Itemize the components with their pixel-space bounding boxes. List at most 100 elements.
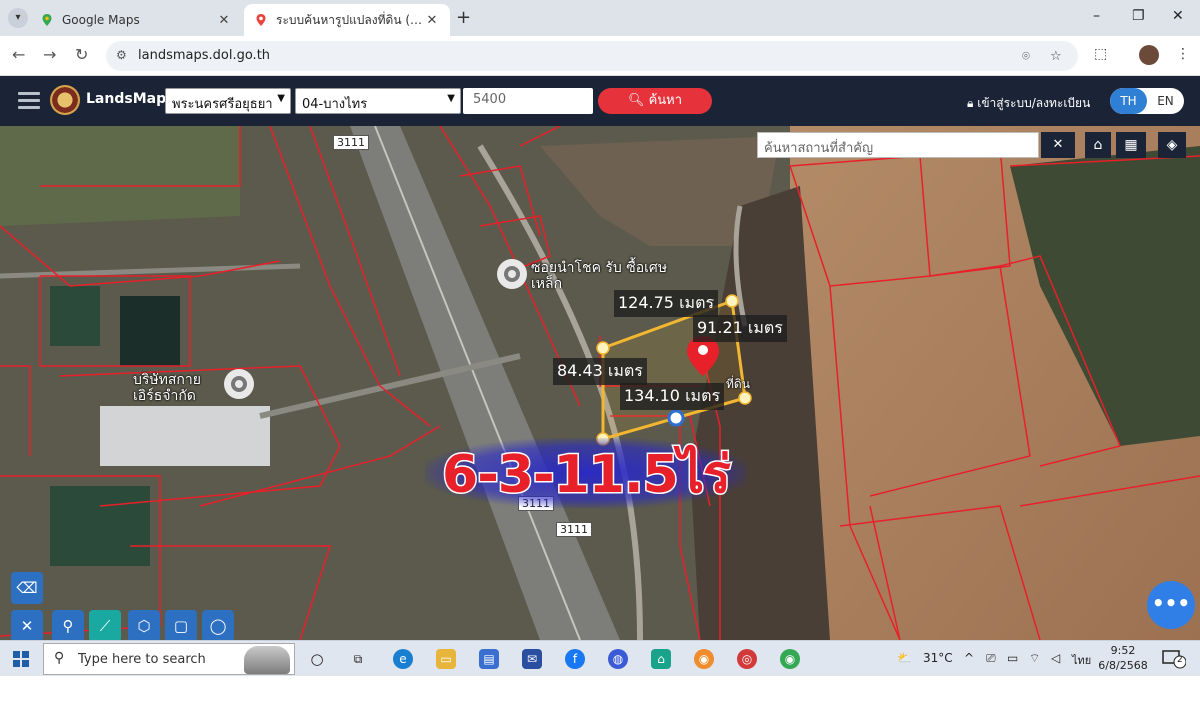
photos-icon[interactable]: ⌂ bbox=[651, 649, 671, 669]
lang-th-button[interactable]: TH bbox=[1110, 88, 1147, 114]
battery-icon[interactable]: ▭ bbox=[1007, 651, 1018, 665]
measurement-label: 124.75 เมตร bbox=[614, 290, 719, 317]
search-button-label: ค้นหา bbox=[648, 93, 683, 108]
weather-icon: ⛅ bbox=[897, 651, 912, 665]
lang-en-button[interactable]: EN bbox=[1147, 88, 1184, 114]
tab-label: ระบบค้นหารูปแปลงที่ดิน (LandsMaps) bbox=[276, 12, 424, 27]
chevron-up-icon[interactable]: ^ bbox=[964, 651, 974, 665]
place-search-input[interactable]: ค้นหาสถานที่สำคัญ bbox=[757, 132, 1039, 158]
page-margin bbox=[0, 676, 1200, 722]
bookmark-star-icon[interactable]: ☆ bbox=[1050, 49, 1062, 64]
home-icon[interactable]: ⌂ bbox=[1085, 132, 1111, 158]
route-label: 3111 bbox=[333, 135, 369, 150]
grid-icon[interactable]: ▦ bbox=[1116, 132, 1146, 158]
route-label: 3111 bbox=[556, 522, 592, 537]
district-select[interactable]: 04-บางไทร ▼ bbox=[295, 88, 461, 114]
measure-line-icon[interactable]: ⟋ bbox=[89, 610, 121, 640]
app-header: LandsMaps พระนครศรีอยุธยา ▼ 04-บางไทร ▼ … bbox=[0, 76, 1200, 126]
crosshair-tool-icon[interactable]: ✕ bbox=[11, 610, 43, 640]
area-text: 6-3-11.5ไร่ bbox=[441, 444, 733, 507]
file-explorer-icon[interactable]: ▭ bbox=[436, 649, 456, 669]
layers-icon[interactable]: ◈ bbox=[1158, 132, 1186, 158]
midpoint-handle[interactable] bbox=[667, 409, 685, 427]
meet-now-icon[interactable]: ⎚ bbox=[986, 651, 996, 666]
task-view-icon[interactable]: ⧉ bbox=[348, 649, 368, 669]
district-value: 04-บางไทร bbox=[302, 97, 368, 112]
clear-search-button[interactable]: ✕ bbox=[1041, 132, 1075, 158]
address-bar[interactable]: ⚙ landsmaps.dol.go.th ⌾ ☆ bbox=[106, 41, 1078, 71]
browser-app-icon[interactable]: ◉ bbox=[694, 649, 714, 669]
close-icon[interactable]: ✕ bbox=[216, 13, 232, 28]
browser-tab-strip: ▾ Google Maps ✕ ระบบค้นหารูปแปลงที่ดิน (… bbox=[0, 0, 1200, 36]
notification-count: 2 bbox=[1177, 655, 1183, 665]
tab-landsmaps[interactable]: ระบบค้นหารูปแปลงที่ดิน (LandsMaps) ✕ bbox=[244, 4, 450, 36]
location-pin-icon bbox=[256, 14, 266, 26]
input-language[interactable]: ไทย bbox=[1072, 651, 1091, 669]
mail-icon[interactable]: ✉ bbox=[522, 649, 542, 669]
app-icon[interactable]: ◍ bbox=[608, 649, 628, 669]
chrome-icon[interactable]: ◉ bbox=[780, 649, 800, 669]
clock-time: 9:52 bbox=[1110, 644, 1136, 657]
hamburger-menu-icon[interactable] bbox=[18, 92, 40, 110]
search-button[interactable]: 🔍︎ ค้นหา bbox=[598, 88, 712, 114]
maps-pin-icon bbox=[42, 14, 52, 26]
dol-logo bbox=[50, 85, 80, 115]
vertex-handle[interactable] bbox=[725, 294, 739, 308]
rectangle-tool-icon[interactable]: ▢ bbox=[165, 610, 197, 640]
minimize-button[interactable]: – bbox=[1093, 8, 1100, 24]
vertex-handle[interactable] bbox=[738, 391, 752, 405]
recording-app-icon[interactable]: ◎ bbox=[737, 649, 757, 669]
url-text: landsmaps.dol.go.th bbox=[138, 48, 271, 63]
tab-label: Google Maps bbox=[62, 13, 140, 27]
notification-icon[interactable]: 2 bbox=[1162, 649, 1187, 669]
area-overlay: 6-3-11.5ไร่ bbox=[425, 432, 747, 512]
wifi-icon[interactable]: ⌔ bbox=[1029, 651, 1040, 666]
brand-name: LandsMaps bbox=[86, 91, 175, 107]
province-select[interactable]: พระนครศรีอยุธยา ▼ bbox=[165, 88, 291, 114]
poi-pin-icon[interactable] bbox=[497, 259, 527, 289]
weather-temp[interactable]: 31°C bbox=[923, 651, 953, 665]
pin-tool-icon[interactable]: ⚲ bbox=[52, 610, 84, 640]
facebook-icon[interactable]: f bbox=[565, 649, 585, 669]
language-toggle: TH EN bbox=[1110, 88, 1184, 114]
clock-date: 6/8/2568 bbox=[1098, 659, 1148, 672]
forward-icon[interactable]: → bbox=[43, 45, 56, 64]
chevron-down-icon: ▼ bbox=[277, 93, 285, 104]
location-icon[interactable]: ⌾ bbox=[1022, 49, 1030, 64]
profile-avatar[interactable] bbox=[1139, 45, 1159, 65]
volume-icon[interactable]: ◁ bbox=[1051, 651, 1060, 665]
vertex-handle[interactable] bbox=[596, 341, 610, 355]
site-info-icon[interactable]: ⚙ bbox=[116, 48, 127, 62]
tab-google-maps[interactable]: Google Maps ✕ bbox=[30, 4, 242, 36]
tab-search-button[interactable]: ▾ bbox=[8, 8, 28, 28]
restore-button[interactable]: ❐ bbox=[1132, 8, 1145, 24]
login-label: เข้าสู่ระบบ/ลงทะเบียน bbox=[977, 96, 1091, 110]
map-view[interactable]: ค้นหาสถานที่สำคัญ ✕ ⌂ ▦ ◈ 124.75 เมตร 91… bbox=[0, 126, 1200, 640]
lock-icon: 🔒︎ bbox=[967, 96, 974, 110]
province-value: พระนครศรีอยุธยา bbox=[172, 97, 273, 112]
clock[interactable]: 9:52 6/8/2568 bbox=[1098, 643, 1148, 673]
back-icon[interactable]: ← bbox=[12, 45, 25, 64]
windows-start-icon[interactable] bbox=[13, 651, 29, 667]
close-icon[interactable]: ✕ bbox=[424, 13, 440, 28]
taskbar-search[interactable]: ⚲ Type here to search bbox=[43, 643, 295, 675]
store-icon[interactable]: ▤ bbox=[479, 649, 499, 669]
windows-taskbar: ⚲ Type here to search ○ ⧉ e ▭ ▤ ✉ f ◍ ⌂ … bbox=[0, 640, 1200, 676]
extensions-icon[interactable]: ⬚ bbox=[1094, 46, 1107, 62]
more-options-button[interactable]: ••• bbox=[1147, 581, 1195, 629]
measurement-label: 84.43 เมตร bbox=[553, 358, 647, 385]
login-link[interactable]: 🔒︎ เข้าสู่ระบบ/ลงทะเบียน bbox=[967, 94, 1090, 113]
new-tab-button[interactable]: + bbox=[456, 7, 471, 28]
reload-icon[interactable]: ↻ bbox=[75, 45, 88, 64]
search-icon: 🔍︎ bbox=[627, 93, 645, 108]
close-window-button[interactable]: ✕ bbox=[1172, 8, 1184, 24]
circle-tool-icon[interactable]: ◯ bbox=[202, 610, 234, 640]
browser-toolbar: ← → ↻ ⚙ landsmaps.dol.go.th ⌾ ☆ ⬚ ⋮ bbox=[0, 36, 1200, 76]
eraser-icon[interactable]: ⌫ bbox=[11, 572, 43, 604]
polygon-tool-icon[interactable]: ⬡ bbox=[128, 610, 160, 640]
parcel-number-input[interactable]: 5400 bbox=[463, 88, 593, 114]
search-icon: ⚲ bbox=[54, 650, 65, 666]
more-menu-icon[interactable]: ⋮ bbox=[1176, 46, 1190, 62]
edge-icon[interactable]: e bbox=[393, 649, 413, 669]
cortana-icon[interactable]: ○ bbox=[307, 649, 327, 669]
